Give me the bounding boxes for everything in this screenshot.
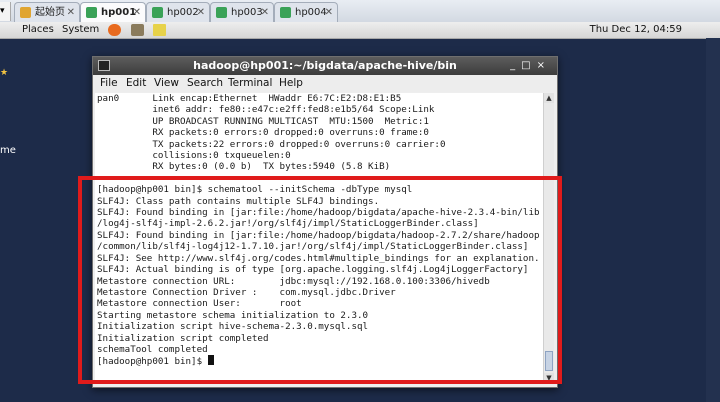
window-title: hadoop@hp001:~/bigdata/apache-hive/bin xyxy=(193,59,457,72)
close-icon[interactable]: ✕ xyxy=(325,3,333,22)
tab-hp001[interactable]: hp001 ✕ xyxy=(80,2,146,23)
red-highlight-box xyxy=(78,176,562,384)
mail-icon[interactable] xyxy=(131,24,144,36)
notes-icon[interactable] xyxy=(153,24,166,36)
scroll-up-icon[interactable]: ▲ xyxy=(544,93,554,103)
menu-edit[interactable]: Edit xyxy=(126,75,146,92)
tab-label: hp002 xyxy=(167,7,199,18)
terminal-line: TX packets:22 errors:0 dropped:0 overrun… xyxy=(97,138,446,150)
system-menu[interactable]: System xyxy=(62,22,99,38)
places-menu[interactable]: Places xyxy=(22,22,54,38)
menu-view[interactable]: View xyxy=(154,75,179,92)
close-icon[interactable]: ✕ xyxy=(67,3,75,22)
menu-help[interactable]: Help xyxy=(279,75,303,92)
firefox-icon[interactable] xyxy=(108,24,121,36)
menu-search[interactable]: Search xyxy=(187,75,223,92)
tab-label: hp004 xyxy=(295,7,327,18)
terminal-tab-icon xyxy=(280,7,291,18)
window-controls: _□× xyxy=(510,57,551,75)
terminal-titlebar[interactable]: hadoop@hp001:~/bigdata/apache-hive/bin _… xyxy=(93,57,557,75)
tab-label: hp003 xyxy=(231,7,263,18)
tab-start-page[interactable]: 起始页 ✕ xyxy=(14,2,80,22)
home-icon xyxy=(20,7,31,18)
close-icon[interactable]: ✕ xyxy=(261,3,269,22)
terminal-line: RX bytes:0 (0.0 b) TX bytes:5940 (5.8 Ki… xyxy=(97,161,391,173)
terminal-line: collisions:0 txqueuelen:0 xyxy=(97,150,291,162)
terminal-icon xyxy=(98,60,110,71)
terminal-tab-icon xyxy=(86,7,97,18)
gnome-top-panel: Places System Thu Dec 12, 04:59 xyxy=(0,22,720,39)
desktop-partial-label: me xyxy=(0,145,16,156)
terminal-line: inet6 addr: fe80::e47c:e2ff:fed8:e1b5/64… xyxy=(97,104,435,116)
terminal-line: pan0 Link encap:Ethernet HWaddr E6:7C:E2… xyxy=(97,93,402,104)
background-window-edge xyxy=(706,38,720,402)
star-icon: ★ xyxy=(0,68,9,78)
tab-hp004[interactable]: hp004 ✕ xyxy=(274,2,338,22)
terminal-tab-icon xyxy=(216,7,227,18)
tab-hp003[interactable]: hp003 ✕ xyxy=(210,2,274,22)
terminal-menubar: File Edit View Search Terminal Help xyxy=(93,75,557,92)
terminal-tab-icon xyxy=(152,7,163,18)
minimize-icon[interactable]: _ xyxy=(510,60,521,71)
tab-label: hp001 xyxy=(101,7,137,18)
menu-terminal[interactable]: Terminal xyxy=(228,75,272,92)
terminal-line: RX packets:0 errors:0 dropped:0 overruns… xyxy=(97,127,429,139)
close-window-icon[interactable]: × xyxy=(537,60,551,71)
maximize-icon[interactable]: □ xyxy=(521,60,536,71)
close-icon[interactable]: ✕ xyxy=(133,3,141,22)
tab-hp002[interactable]: hp002 ✕ xyxy=(146,2,210,22)
browser-tab-bar: ▾ 起始页 ✕ hp001 ✕ hp002 ✕ hp003 ✕ hp004 ✕ xyxy=(0,0,720,23)
close-icon[interactable]: ✕ xyxy=(197,3,205,22)
panel-clock[interactable]: Thu Dec 12, 04:59 xyxy=(590,22,682,38)
terminal-line: UP BROADCAST RUNNING MULTICAST MTU:1500 … xyxy=(97,115,429,127)
tab-scroll-left-button[interactable]: ▾ xyxy=(0,2,11,21)
menu-file[interactable]: File xyxy=(100,75,118,92)
tab-label: 起始页 xyxy=(35,7,65,18)
